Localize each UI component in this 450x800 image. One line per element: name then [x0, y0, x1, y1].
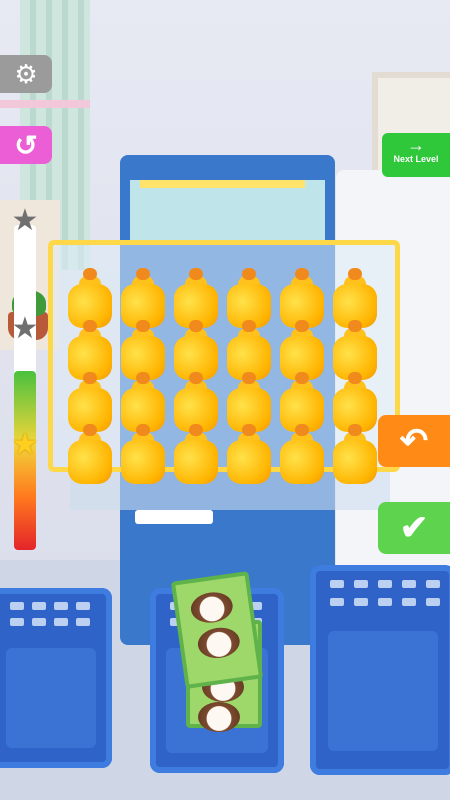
basket-left-floor: [6, 648, 96, 748]
checkmark-icon: ✔: [399, 509, 429, 547]
freezer-handle: [135, 510, 213, 524]
confirm-button[interactable]: ✔: [378, 502, 450, 554]
coconut-box[interactable]: [170, 571, 264, 689]
restart-button[interactable]: ↺: [0, 126, 52, 164]
coconut-icon: [198, 702, 240, 732]
restart-icon: ↺: [14, 129, 38, 161]
settings-button[interactable]: ⚙: [0, 55, 52, 93]
undo-icon: ↶: [399, 422, 429, 460]
coconut-icon: [195, 625, 242, 661]
next-level-button[interactable]: → Next Level: [382, 133, 450, 177]
next-level-label: Next Level: [393, 154, 439, 164]
curtain-tie: [0, 100, 90, 108]
undo-button[interactable]: ↶: [378, 415, 450, 467]
star-bottom-icon: ★: [11, 428, 39, 461]
basket-left[interactable]: [0, 588, 112, 768]
basket-right-floor: [328, 631, 438, 751]
star-top-icon: ★: [11, 204, 39, 237]
bottle-crate[interactable]: [48, 240, 400, 472]
freezer-shelf-label: [140, 180, 305, 188]
star-middle-icon: ★: [11, 312, 39, 345]
coconut-icon: [188, 589, 235, 626]
arrow-right-icon: →: [407, 135, 425, 155]
freezer-shelf-window: [130, 180, 325, 240]
crate-base: [70, 470, 390, 510]
gear-icon: ⚙: [14, 58, 38, 89]
basket-right[interactable]: [310, 565, 450, 775]
